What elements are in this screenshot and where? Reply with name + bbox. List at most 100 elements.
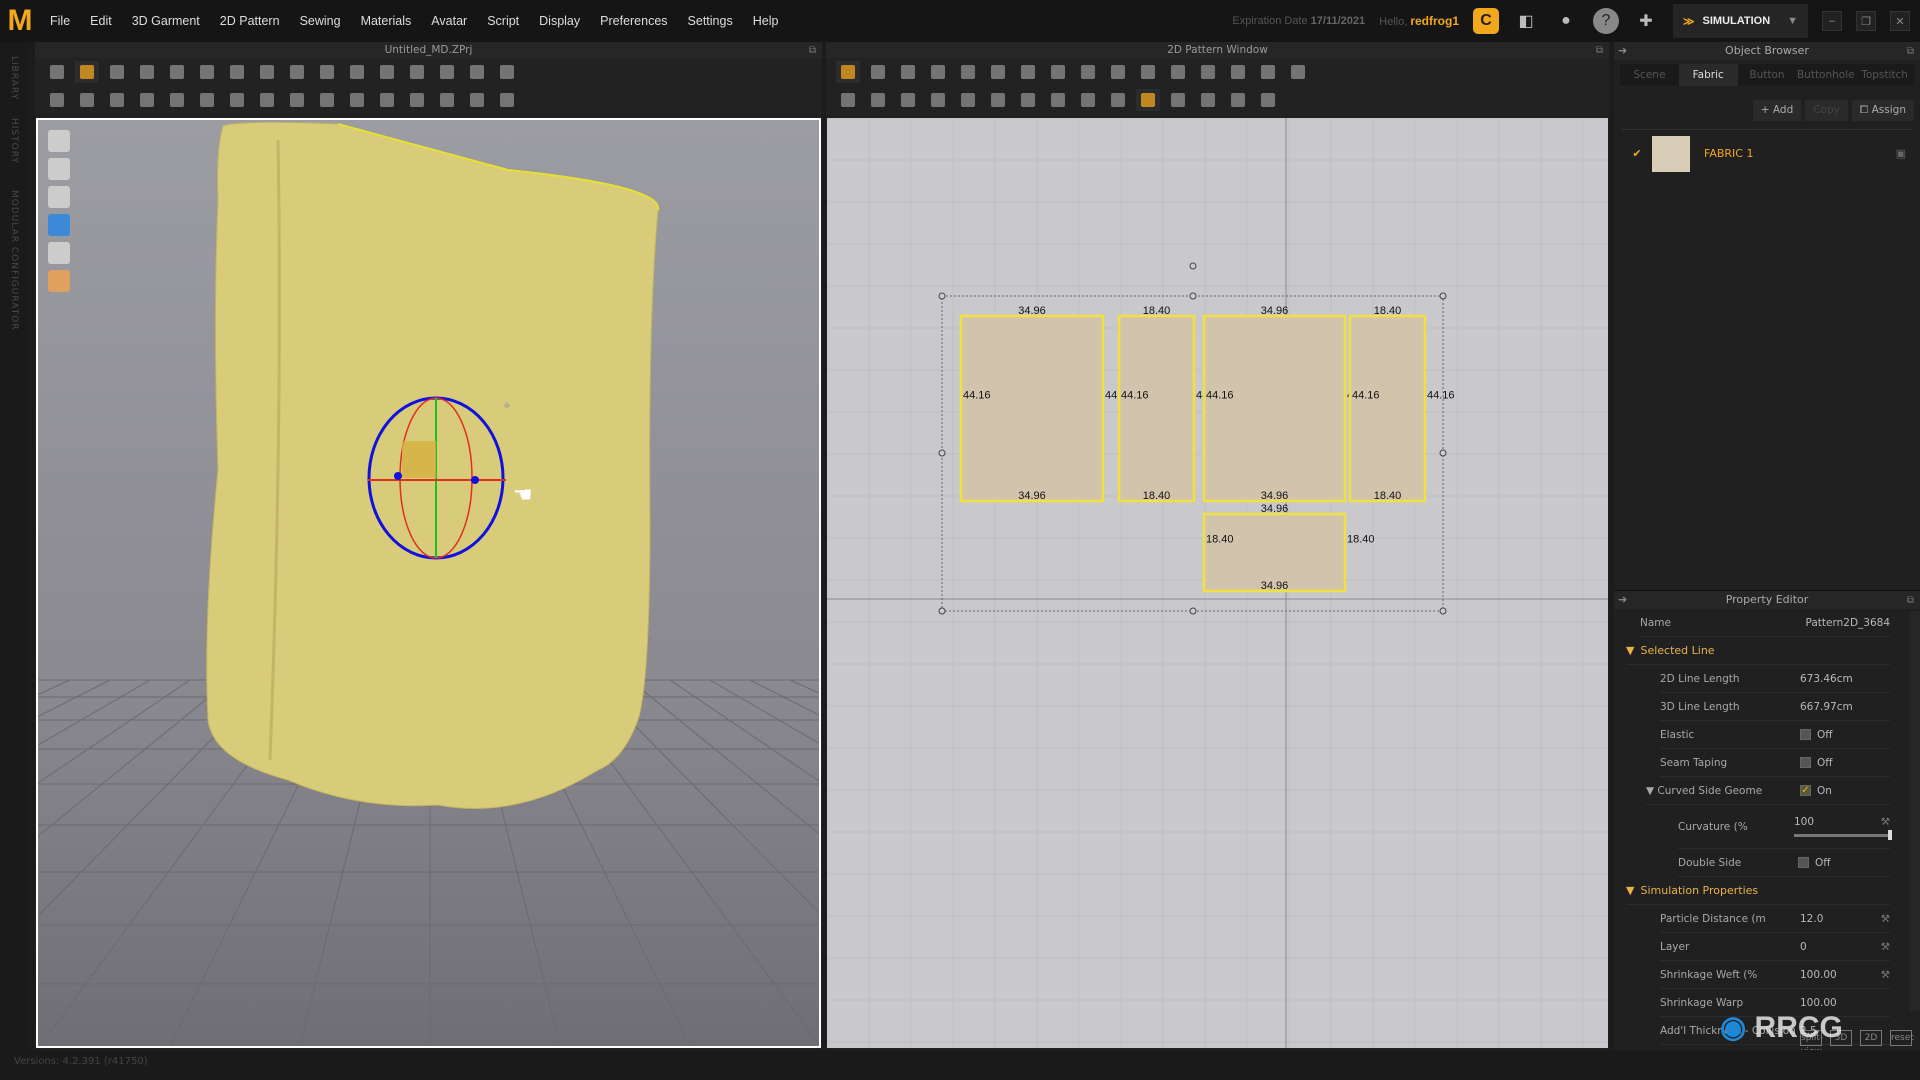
skin-icon[interactable] (48, 270, 70, 292)
wrench-icon[interactable]: ⚒ (1881, 969, 1890, 981)
transform-pattern-tool[interactable] (836, 61, 860, 83)
zipper-tool[interactable] (405, 89, 429, 111)
curvature-value[interactable]: 100 (1794, 816, 1814, 828)
library-tab[interactable]: LIBRARY (9, 56, 19, 100)
wrench-icon[interactable]: ⚒ (1881, 816, 1890, 828)
history-tab[interactable]: HISTORY (9, 118, 19, 164)
pattern-piece[interactable] (1202, 314, 1347, 503)
shrinkage-warp-value[interactable]: 100.00 (1800, 997, 1890, 1009)
curve-point-tool[interactable] (956, 61, 980, 83)
expand-icon[interactable]: ▼ (1646, 785, 1657, 797)
help-icon[interactable]: ? (1593, 8, 1619, 34)
sewing-tape-tool[interactable] (956, 89, 980, 111)
m-n-sewing-tool[interactable] (896, 89, 920, 111)
selected-line-section[interactable]: ▼ Selected Line (1626, 637, 1890, 665)
bbox-handle[interactable] (1439, 449, 1447, 457)
collapse-icon[interactable]: ➜ (1618, 42, 1627, 60)
transform-pattern-tool[interactable] (75, 61, 99, 83)
garment-back-icon[interactable] (48, 158, 70, 180)
fold-tool[interactable] (1256, 89, 1280, 111)
menu-settings[interactable]: Settings (678, 14, 743, 28)
pattern-piece[interactable] (959, 314, 1105, 503)
edit-pattern-tool[interactable] (866, 61, 890, 83)
modular-configurator-tab[interactable]: MODULAR CONFIGURATOR (9, 190, 19, 331)
seam-taping-checkbox[interactable] (1800, 757, 1811, 768)
baste-tool[interactable] (255, 89, 279, 111)
menu-help[interactable]: Help (743, 14, 789, 28)
bbox-handle[interactable] (938, 449, 946, 457)
reset-view-button[interactable]: reset (1890, 1030, 1914, 1046)
puckering-tool[interactable] (405, 61, 429, 83)
collapse-icon[interactable]: ➜ (1618, 591, 1627, 609)
button-tool[interactable] (315, 89, 339, 111)
double-side-checkbox[interactable] (1798, 857, 1809, 868)
sew-curve-tool[interactable] (165, 89, 189, 111)
polygon-tool[interactable] (1046, 61, 1070, 83)
menu-materials[interactable]: Materials (351, 14, 422, 28)
zigzag-tool[interactable] (1226, 89, 1250, 111)
user-icon[interactable]: ● (1553, 8, 1579, 34)
add-point-tool[interactable] (896, 61, 920, 83)
connect-icon[interactable]: C (1473, 8, 1499, 34)
menu-display[interactable]: Display (529, 14, 590, 28)
popout-icon[interactable]: ⧉ (809, 43, 816, 59)
tab-scene[interactable]: Scene (1620, 64, 1679, 86)
segment-sewing-tool[interactable] (836, 89, 860, 111)
avatar-icon[interactable] (48, 186, 70, 208)
internal-circle-tool[interactable] (1166, 61, 1190, 83)
save-icon[interactable]: ▣ (1896, 147, 1906, 160)
wrench-icon[interactable]: ⚒ (1881, 941, 1890, 953)
layer-tool[interactable] (195, 89, 219, 111)
seam-allowance-tool[interactable] (1106, 89, 1130, 111)
circle-tool[interactable] (1106, 61, 1130, 83)
strengthen-tool[interactable] (225, 89, 249, 111)
tack-tool[interactable] (315, 61, 339, 83)
edit-curve-tool[interactable] (926, 61, 950, 83)
baste-tool[interactable] (1076, 89, 1100, 111)
tab-buttonhole[interactable]: Buttonhole (1796, 64, 1855, 86)
internal-rectangle-tool[interactable] (1136, 61, 1160, 83)
buttonhole-tool[interactable] (345, 89, 369, 111)
menu-preferences[interactable]: Preferences (590, 14, 677, 28)
scrollbar[interactable] (1910, 611, 1920, 1011)
seam-line-tool[interactable] (465, 89, 489, 111)
free-sewing-tool[interactable] (255, 61, 279, 83)
surface-icon[interactable] (48, 242, 70, 264)
menu-3d-garment[interactable]: 3D Garment (122, 14, 210, 28)
zipper-line-tool[interactable] (375, 89, 399, 111)
topstitch-tool[interactable] (435, 89, 459, 111)
garment-view-icon[interactable] (48, 130, 70, 152)
select-mesh-lasso-tool[interactable] (135, 61, 159, 83)
slider-handle[interactable] (1888, 830, 1892, 840)
bbox-handle[interactable] (1189, 262, 1197, 270)
2d-canvas[interactable]: 34.9634.9644.1644.1618.4018.4044.1644.16… (827, 118, 1608, 1048)
copy-button[interactable]: Copy (1805, 100, 1848, 121)
tack-tool[interactable] (1046, 89, 1070, 111)
assign-button[interactable]: ⧠ Assign (1851, 100, 1914, 121)
internal-polygon-tool[interactable] (1016, 61, 1040, 83)
3d-viewport[interactable]: ⌖ ☚ (36, 118, 821, 1048)
grain-line-tool[interactable] (1136, 89, 1160, 111)
tab-fabric[interactable]: Fabric (1678, 64, 1738, 86)
tab-topstitch[interactable]: Topstitch (1855, 64, 1914, 86)
popout-icon[interactable]: ⧉ (1596, 43, 1603, 59)
symmetric-tool[interactable] (1256, 61, 1280, 83)
add-button[interactable]: + Add (1752, 100, 1802, 121)
simulation-properties-section[interactable]: ▼ Simulation Properties (1626, 877, 1890, 905)
menu-2d-pattern[interactable]: 2D Pattern (210, 14, 290, 28)
menu-script[interactable]: Script (477, 14, 529, 28)
2d-view-button[interactable]: 2D (1860, 1030, 1882, 1046)
measure-girth-tool[interactable] (465, 61, 489, 83)
menu-file[interactable]: File (40, 14, 80, 28)
name-value[interactable]: Pattern2D_3684 (1780, 617, 1890, 629)
particle-distance-value[interactable]: 12.0 (1800, 913, 1823, 925)
transform-mesh-tool[interactable] (165, 61, 189, 83)
restore-button[interactable]: ❐ (1856, 11, 1876, 31)
bbox-handle[interactable] (1189, 607, 1197, 615)
popout-icon[interactable]: ⧉ (1907, 592, 1914, 610)
steam-tool[interactable] (345, 61, 369, 83)
fold-tool[interactable] (195, 61, 219, 83)
tab-button[interactable]: Button (1738, 64, 1797, 86)
topstitch-tool[interactable] (1166, 89, 1190, 111)
rectangle-tool[interactable] (1076, 61, 1100, 83)
